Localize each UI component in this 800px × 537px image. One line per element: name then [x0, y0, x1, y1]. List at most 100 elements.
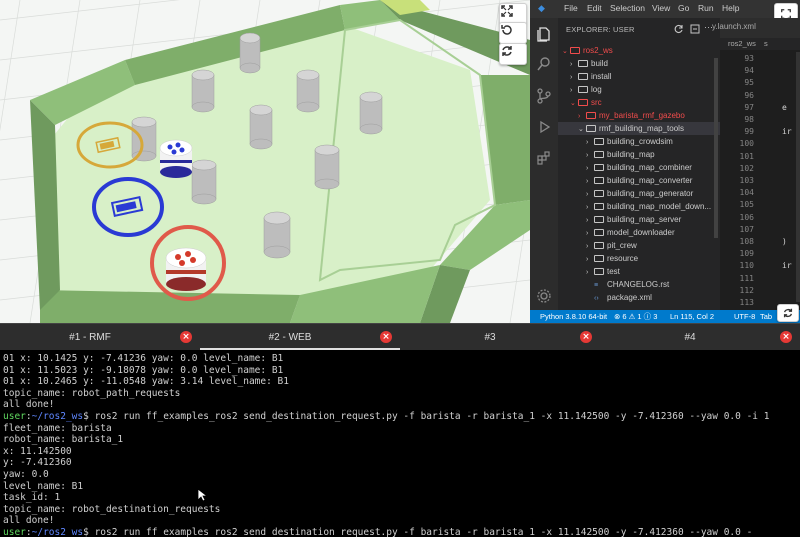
extensions-icon[interactable]: [536, 150, 552, 166]
terminal-command-line: user:~/ros2_ws$ ros2 run ff_examples_ros…: [3, 527, 752, 537]
menu-go[interactable]: Go: [678, 3, 689, 13]
tree-item-label: building_map_converter: [607, 176, 693, 185]
simulation-viewport[interactable]: [0, 0, 530, 323]
tree-item-label: src: [591, 98, 602, 107]
refresh-explorer-icon[interactable]: [674, 24, 684, 34]
tree-folder[interactable]: › building_crowdsim: [558, 135, 720, 148]
folder-icon: [578, 99, 588, 106]
code-fragment: e: [782, 102, 787, 112]
tree-folder[interactable]: ⌄ rmf_building_map_tools: [558, 122, 720, 135]
pillar: [314, 144, 340, 190]
editor-scrollbar[interactable]: [796, 52, 800, 302]
folder-icon: [570, 47, 580, 54]
reset-view-button[interactable]: [499, 22, 527, 44]
refresh-button[interactable]: [499, 43, 527, 65]
settings-gear-icon[interactable]: [536, 288, 552, 304]
floor: [50, 20, 490, 310]
prompt-user: user: [3, 527, 26, 537]
tree-folder[interactable]: › building_map: [558, 148, 720, 161]
chevron-right-icon: ›: [586, 178, 589, 185]
python-interpreter[interactable]: Python 3.8.10 64-bit: [540, 310, 607, 323]
terminal-text: all done!: [3, 515, 55, 527]
search-icon[interactable]: [536, 56, 552, 72]
menu-run[interactable]: Run: [698, 3, 714, 13]
close-tab-icon[interactable]: ×: [580, 331, 592, 343]
tree-item-label: building_map_combiner: [607, 163, 692, 172]
file-encoding[interactable]: UTF-8: [734, 310, 755, 323]
line-number: 111: [739, 273, 754, 283]
robot-blue[interactable]: [159, 139, 193, 178]
tree-file[interactable]: ‹› package.xml: [558, 291, 720, 304]
explorer-icon[interactable]: [536, 26, 552, 42]
tree-folder[interactable]: › my_barista_rmf_gazebo: [558, 109, 720, 122]
tree-folder[interactable]: › building_map_model_down...: [558, 200, 720, 213]
close-tab-icon[interactable]: ×: [780, 331, 792, 343]
prompt-path: ~/ros2_ws: [31, 527, 84, 537]
collapse-all-icon[interactable]: [690, 24, 700, 34]
terminal-text: robot_name: barista_1: [3, 434, 124, 446]
prompt-path: ~/ros2_ws: [31, 411, 84, 422]
line-number: 108: [739, 237, 754, 246]
tree-folder[interactable]: › model_downloader: [558, 226, 720, 239]
menu-selection[interactable]: Selection: [610, 3, 645, 13]
tree-item-label: install: [591, 72, 612, 81]
source-control-icon[interactable]: [536, 88, 552, 104]
cursor-position[interactable]: Ln 115, Col 2: [670, 310, 714, 323]
pillar: [191, 69, 215, 113]
folder-icon: [578, 73, 588, 80]
activity-bar: [530, 18, 558, 310]
tree-folder[interactable]: › building_map_generator: [558, 187, 720, 200]
tree-folder[interactable]: ⌄ src: [558, 96, 720, 109]
tree-folder[interactable]: › building_map_converter: [558, 174, 720, 187]
line-number: 104: [739, 188, 754, 198]
tree-folder[interactable]: › building_map_server: [558, 213, 720, 226]
simulation-scene: [0, 0, 530, 323]
tree-folder[interactable]: › build: [558, 57, 720, 70]
close-tab-icon[interactable]: ×: [180, 331, 192, 343]
menu-help[interactable]: Help: [722, 3, 739, 13]
close-tab-icon[interactable]: ×: [380, 331, 392, 343]
pillar: [191, 159, 217, 205]
menu-view[interactable]: View: [652, 3, 670, 13]
chevron-right-icon: ›: [570, 87, 573, 94]
terminal-tab-label: #4: [684, 332, 696, 343]
menu-file[interactable]: File: [564, 3, 578, 13]
menu-edit[interactable]: Edit: [587, 3, 602, 13]
terminal-tab-2[interactable]: #2 - WEB ×: [200, 324, 400, 350]
indentation[interactable]: Tab: [760, 310, 772, 323]
breadcrumb-root[interactable]: ros2_ws: [728, 39, 756, 48]
folder-icon: [594, 242, 604, 249]
tree-folder[interactable]: › install: [558, 70, 720, 83]
line-number: 96: [744, 90, 754, 100]
tree-folder[interactable]: ⌄ ros2_ws: [558, 44, 720, 57]
tree-folder[interactable]: › building_map_combiner: [558, 161, 720, 174]
explorer-scrollbar[interactable]: [714, 58, 718, 238]
terminal-output[interactable]: 01 x: 10.1425 y: -7.41236 yaw: 0.0 level…: [0, 350, 800, 537]
terminal-text: 01 x: 11.5023 y: -9.18078 yaw: 0.0 level…: [3, 364, 284, 376]
terminal-output-line: level_name: B1: [3, 481, 83, 493]
problems-count[interactable]: ⊗ 6 ⚠ 1 ⓘ 3: [614, 310, 657, 323]
breadcrumb-bar: ros2_ws s: [720, 38, 800, 50]
terminal-tab-1[interactable]: #1 - RMF ×: [0, 324, 200, 350]
terminal-text: topic_name: robot_path_requests: [3, 387, 181, 399]
tree-item-label: model_downloader: [607, 228, 675, 237]
tree-file[interactable]: ≡ CHANGELOG.rst: [558, 278, 720, 291]
tree-folder[interactable]: › test: [558, 265, 720, 278]
tree-folder[interactable]: › resource: [558, 252, 720, 265]
terminal-tab-4[interactable]: #4 ×: [600, 324, 800, 350]
line-number: 107: [739, 224, 754, 234]
terminal-text: level_name: B1: [3, 480, 84, 492]
terminal-tab-3[interactable]: #3 ×: [400, 324, 600, 350]
title-bar: ◆ File Edit Selection View Go Run Help: [530, 0, 800, 18]
tree-folder[interactable]: › log: [558, 83, 720, 96]
run-debug-icon[interactable]: [536, 119, 552, 135]
breadcrumb-segment[interactable]: s: [764, 39, 768, 48]
terminal-output-line: x: 11.142500: [3, 446, 72, 458]
tree-item-label: building_map_generator: [607, 189, 694, 198]
pillar: [263, 211, 291, 259]
robot-red[interactable]: [165, 247, 207, 291]
terminal-text: all done!: [3, 399, 55, 411]
editor-tab-launch[interactable]: y.launch.xml: [712, 22, 756, 31]
tree-folder[interactable]: › pit_crew: [558, 239, 720, 252]
ide-refresh-button[interactable]: [777, 304, 799, 322]
